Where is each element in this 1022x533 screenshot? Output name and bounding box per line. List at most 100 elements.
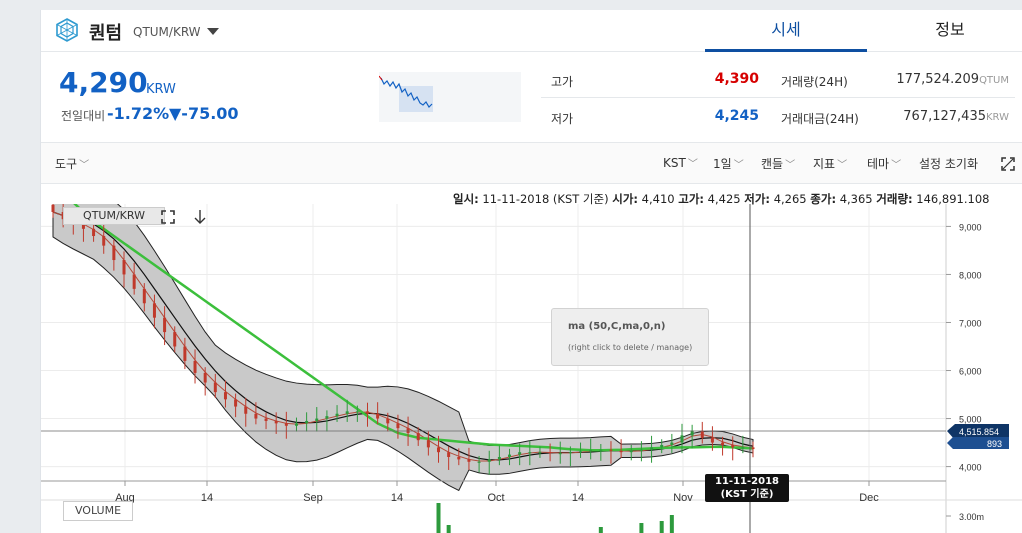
tools-menu[interactable]: 도구 ﹀ [55,155,89,172]
candle-body [325,416,329,419]
chevron-down-icon: ﹀ [785,160,796,171]
volume-24h-label: 거래량(24H) [781,75,848,89]
candle-body [548,452,552,454]
candle-body [731,444,735,448]
candle-body [234,399,238,407]
volume-bar [446,525,451,533]
chart-symbol-label: QTUM/KRW [63,207,165,225]
candle-menu[interactable]: 캔들 ﹀ [761,155,795,172]
fullscreen-icon[interactable] [161,210,175,224]
x-tick-label: 14 [201,492,213,504]
volume-axis-ticks: 3.00m2.00m [946,512,984,533]
candle-body [589,450,593,452]
candle-body [142,288,146,304]
change-label: 전일대비 [61,109,106,123]
candle-body [132,274,136,289]
candle-body [92,228,96,237]
candle-body [477,461,481,463]
candle-body [467,459,471,462]
candle-body [396,423,400,429]
x-tick-label: 14 [391,492,403,504]
candle-body [579,451,583,453]
y-tick-label: 8,000 [959,270,982,280]
pair-dropdown-icon[interactable] [207,28,219,35]
interval-menu[interactable]: 1일 ﹀ [713,155,744,172]
candle-body [538,452,542,454]
volume-bar [436,503,441,533]
candle-body [508,454,512,457]
volume-price-tag: 893 [947,437,1009,449]
candle-body [487,459,491,462]
candle-body [447,452,451,457]
candle-body [345,411,349,414]
volume-tick-label: 3.00m [959,512,984,522]
reset-settings-button[interactable]: 설정 초기화 [919,155,978,172]
high-label: 고가 [551,75,574,89]
volume-bar [659,521,664,533]
candle-body [528,452,532,454]
chevron-down-icon: ﹀ [733,160,744,171]
candle-body [741,447,745,449]
ma-indicator-title: ma (50,C,ma,0,n) [568,321,666,332]
y-tick-label: 9,000 [959,222,982,232]
price-sparkline [379,72,521,122]
candle-body [294,423,298,426]
price-chart[interactable]: 9,0008,0007,0006,0005,0004,000 Aug 14 Sep 1… [41,204,1022,533]
candle-body [213,382,217,393]
y-tick-label: 6,000 [959,367,982,377]
volume-bar [639,523,644,533]
candle-body [274,420,278,424]
candle-body [264,418,268,421]
volume-bar [598,527,603,533]
indicator-menu[interactable]: 지표 ﹀ [813,155,847,172]
timezone-menu[interactable]: KST ﹀ [663,155,698,170]
chevron-down-icon: ﹀ [837,160,848,171]
svg-text:4,515.854: 4,515.854 [959,427,999,437]
x-tick-label: Dec [859,492,879,504]
candle-body [51,204,55,212]
candle-body [152,303,156,318]
current-price: 4,290 [59,66,148,99]
candle-body [518,452,522,455]
candle-body [599,449,603,451]
download-arrow-icon[interactable] [193,209,207,225]
tab-info[interactable]: 정보 [869,10,1022,52]
candle-body [416,432,420,441]
candle-body [568,452,572,454]
expand-icon[interactable] [1001,157,1015,171]
tab-price[interactable]: 시세 [705,10,867,52]
candle-body [650,447,654,450]
candle-body [284,423,288,426]
coin-pair[interactable]: QTUM/KRW [133,25,201,39]
candle-body [193,360,197,373]
crosshair-date-tag: 11-11-2018 (KST 기준) [705,474,789,502]
candle-body [700,430,704,438]
theme-menu[interactable]: 테마 ﹀ [867,155,901,172]
change-rate: -1.72% [107,104,170,123]
candle-body [102,236,106,246]
trade-value-label: 거래대금(24H) [781,112,859,126]
candle-body [223,392,227,400]
candle-body [365,411,369,414]
candle-body [376,413,380,419]
candle-body [426,440,430,448]
candle-body [457,456,461,460]
candle-body [244,406,248,414]
high-value: 4,390 [714,71,759,87]
candle-body [680,435,684,443]
chevron-down-icon: ﹀ [891,160,902,171]
ma-indicator-popup[interactable]: ma (50,C,ma,0,n) (right click to delete … [551,308,709,366]
y-tick-label: 7,000 [959,318,982,328]
qtum-logo-icon [56,18,78,42]
x-tick-label: Nov [673,492,693,504]
low-label: 저가 [551,112,574,126]
candle-body [355,411,359,413]
x-tick-label: Oct [487,492,504,504]
candle-body [112,245,116,261]
change-amount: ▼-75.00 [169,104,239,123]
low-value: 4,245 [714,108,759,124]
svg-text:893: 893 [987,439,1002,449]
candle-body [183,346,187,361]
candle-body [619,450,623,453]
candle-body [660,444,664,448]
